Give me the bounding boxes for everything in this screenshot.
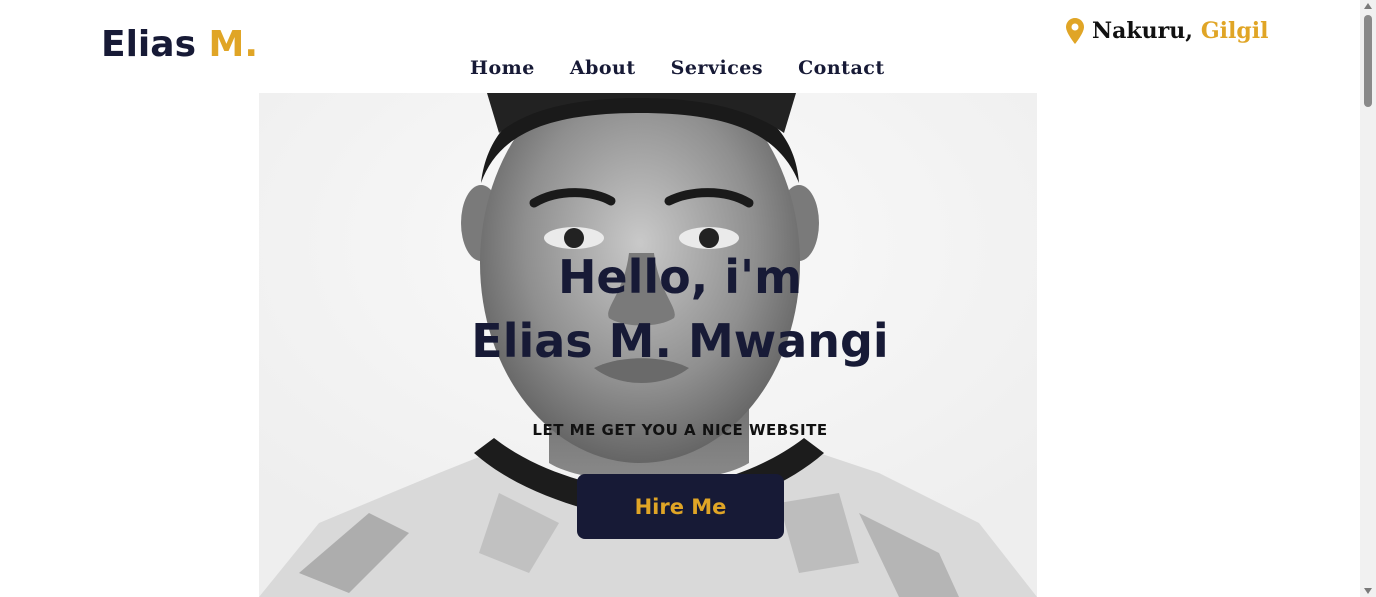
map-pin-icon <box>1066 18 1084 44</box>
location-city: Nakuru, <box>1092 18 1193 44</box>
page: Elias M. Home About Services Contact Nak… <box>0 0 1360 597</box>
hire-me-button[interactable]: Hire Me <box>577 474 784 539</box>
nav-services-link[interactable]: Services <box>671 57 763 79</box>
vertical-scrollbar[interactable] <box>1360 0 1376 597</box>
nav-about-link[interactable]: About <box>570 57 636 79</box>
scroll-thumb[interactable] <box>1364 15 1372 107</box>
location-area: Gilgil <box>1200 18 1269 44</box>
nav-contact-link[interactable]: Contact <box>798 57 885 79</box>
hero-name: Elias M. Mwangi <box>471 314 889 368</box>
scroll-up-icon[interactable] <box>1364 3 1372 9</box>
logo-accent: M. <box>208 24 259 65</box>
main-nav: Home About Services Contact <box>470 57 885 79</box>
location-info: Nakuru, Gilgil <box>1066 18 1268 44</box>
hero-greeting: Hello, i'm <box>557 250 803 304</box>
hero-tagline: LET ME GET YOU A NICE WEBSITE <box>532 421 828 439</box>
site-logo[interactable]: Elias M. <box>101 24 258 65</box>
nav-home-link[interactable]: Home <box>470 57 535 79</box>
scroll-down-icon[interactable] <box>1364 588 1372 594</box>
logo-name: Elias <box>101 24 196 65</box>
